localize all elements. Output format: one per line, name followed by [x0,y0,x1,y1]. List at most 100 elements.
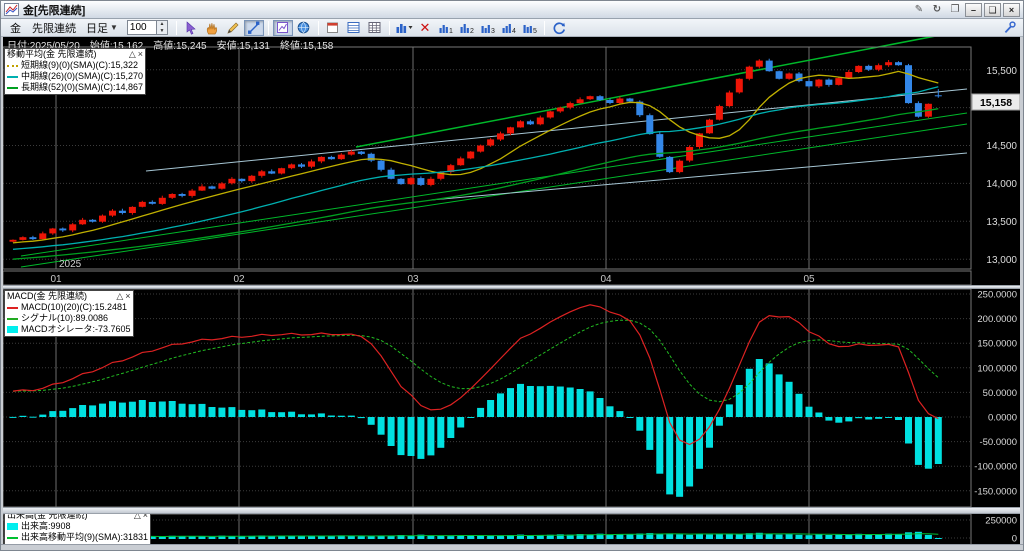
grid-cells-button[interactable] [365,20,385,36]
candle [357,151,365,154]
candle [268,171,276,174]
grid-rows-icon [347,22,360,33]
symbol-label: 金 [10,22,21,35]
toolbar-separator [317,20,319,35]
candle [477,145,485,152]
indicator-1-button[interactable]: 1 [436,20,456,36]
candle [825,79,833,85]
trendline-tool-button[interactable] [243,19,264,36]
chart-region: 2025 01 02 03 04 05 15,500 14,500 14,000 13,500 13… [1,1,1024,551]
legend-close-icon[interactable]: × [125,291,130,302]
volume-bar [835,534,843,539]
chart-area-tool-button[interactable] [272,19,293,36]
macd-tick-label: -150.0000 [974,486,1017,497]
window-copy-icon[interactable]: ❐ [947,3,963,17]
candle [99,215,106,222]
legend-close-icon[interactable]: × [138,49,143,60]
zoom-globe-button[interactable] [294,20,314,36]
macd-osc-bar [407,417,415,456]
refresh-chart-button[interactable] [549,20,569,36]
macd-osc-bar [109,401,116,417]
settings-wrench-button[interactable] [999,20,1019,36]
select-tool-button[interactable] [181,20,201,36]
macd-osc-bar [636,417,644,431]
volume-bar [268,536,276,539]
macd-osc-bar [815,412,823,417]
volume-bar [785,534,793,539]
indicator-remove-button[interactable]: ✕ [415,20,435,36]
indicator-menu-button[interactable] [394,20,414,36]
indicator-4-button[interactable]: 4 [499,20,519,36]
pane-splitter[interactable] [1,507,1023,514]
candle [855,65,863,72]
maximize-button[interactable]: ❑ [984,2,1001,17]
ma-legend-title: 移動平均(金 先限連続) [7,49,97,59]
macd-osc-bar [686,417,694,487]
macd-line-label: MACD(10)(20)(C):15.2481 [21,302,128,312]
candle [646,115,654,135]
candle [109,210,116,216]
candle [865,65,873,70]
macd-osc-bar [228,407,236,417]
macd-osc-bar [477,407,485,417]
candle [148,201,156,204]
macd-osc-bar [447,417,455,438]
macd-osc-bar [755,359,763,417]
macd-osc-bar [895,417,902,420]
wrench-icon [1004,21,1016,34]
month-label: 01 [50,274,62,285]
period-dropdown[interactable]: 日足 ▼ [86,20,118,36]
candle [616,98,624,103]
legend-minimize-icon[interactable]: △ [129,49,136,60]
macd-osc-bar [666,417,674,495]
series-label: 先限連続 [32,22,76,35]
indicator-2-button[interactable]: 2 [457,20,477,36]
volume-bar [765,534,773,539]
info-close: 終値:15,158 [279,41,334,52]
candle [546,111,554,118]
macd-osc-bar [646,417,654,450]
pencil-tool-button[interactable] [223,20,243,36]
candle [59,228,67,231]
macd-osc-bar [337,415,345,417]
grid-rows-button[interactable] [344,20,364,36]
window-refresh-icon[interactable]: ↻ [929,3,945,17]
candle [118,210,126,213]
pane-splitter[interactable] [1,285,1023,289]
bars-count-input[interactable] [126,20,157,35]
candle [128,206,136,213]
chart-canvas[interactable]: 202501 02 03 04 0515,50014,50014,00013,50013… [1,1,1024,551]
volume-bar [914,531,922,539]
grid-cells-icon [368,22,381,33]
legend-minimize-icon[interactable]: △ [116,291,123,302]
spin-down-icon[interactable]: ▼ [157,28,167,35]
signal-line-label: シグナル(10):89.0086 [21,313,109,323]
new-window-icon [327,22,339,33]
indicator-3-button[interactable]: 3 [478,20,498,36]
candle [586,96,594,100]
chart-background [3,37,1022,545]
svg-text:5: 5 [533,28,537,35]
macd-osc-bar [317,413,325,417]
macd-osc-bar [735,385,743,417]
volume-bar [437,536,445,539]
minimize-button[interactable]: – [965,2,982,17]
annotate-pen-icon[interactable]: ✎ [911,3,927,17]
new-chart-button[interactable] [323,20,343,36]
candle [576,99,584,104]
macd-osc-bar [885,417,893,418]
macd-osc-bar [536,386,544,417]
candle [238,178,246,182]
candle [79,219,87,225]
ma-long-swatch [7,86,18,89]
candle [308,161,315,167]
macd-osc-bar [875,417,883,419]
indicator-5-button[interactable]: 5 [520,20,540,36]
histogram-icon [396,24,413,33]
pan-tool-button[interactable] [202,20,222,36]
volume-bar [815,534,823,539]
close-button[interactable]: × [1003,2,1020,17]
red-x-icon: ✕ [419,20,431,35]
candle [815,79,823,87]
candle [417,178,425,185]
